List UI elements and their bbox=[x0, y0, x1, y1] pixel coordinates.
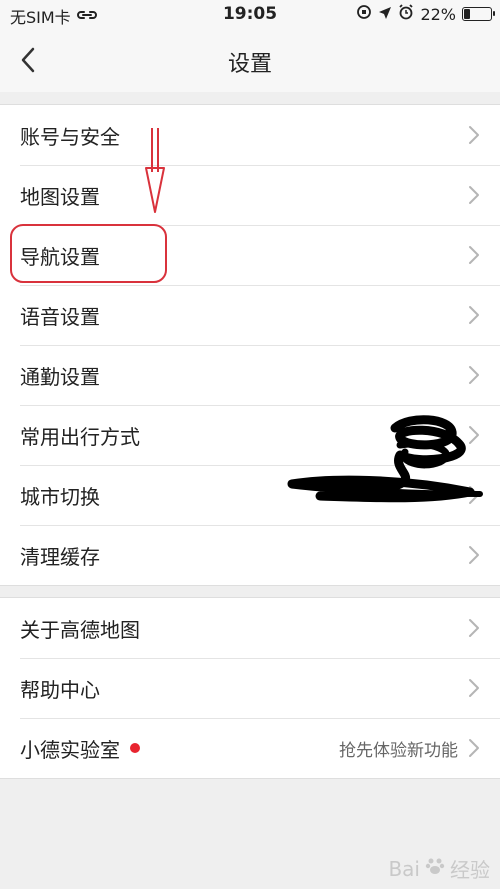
settings-item-label: 关于高德地图 bbox=[20, 617, 140, 642]
watermark-suffix: 经验 bbox=[450, 858, 490, 882]
settings-item-label: 常用出行方式 bbox=[20, 424, 140, 449]
settings-item-map-settings[interactable]: 地图设置 bbox=[0, 165, 500, 225]
chevron-right-icon bbox=[469, 186, 479, 204]
settings-item-help-center[interactable]: 帮助中心 bbox=[0, 658, 500, 718]
settings-item-label: 地图设置 bbox=[20, 184, 100, 209]
battery-icon bbox=[462, 7, 495, 21]
chevron-right-icon bbox=[469, 246, 479, 264]
settings-item-label: 帮助中心 bbox=[20, 677, 100, 702]
chevron-right-icon bbox=[469, 366, 479, 384]
settings-item-label: 导航设置 bbox=[20, 244, 100, 269]
settings-item-label: 账号与安全 bbox=[20, 124, 120, 149]
settings-group-about: 关于高德地图 帮助中心 小德实验室 抢先体验新功能 bbox=[0, 597, 500, 779]
settings-item-about[interactable]: 关于高德地图 bbox=[0, 598, 500, 658]
chevron-right-icon bbox=[469, 679, 479, 697]
settings-item-lab[interactable]: 小德实验室 抢先体验新功能 bbox=[0, 718, 500, 778]
settings-item-voice-settings[interactable]: 语音设置 bbox=[0, 285, 500, 345]
settings-item-travel-mode[interactable]: 常用出行方式 bbox=[0, 405, 500, 465]
rotation-lock-icon bbox=[356, 4, 372, 24]
settings-group-main: 账号与安全 地图设置 导航设置 语音设置 通勤设置 常用出行方式 城市切换 清理… bbox=[0, 104, 500, 586]
settings-item-navigation-settings[interactable]: 导航设置 bbox=[0, 225, 500, 285]
chevron-right-icon bbox=[469, 426, 479, 444]
status-right: 22% bbox=[356, 4, 495, 24]
chevron-right-icon bbox=[469, 619, 479, 637]
alarm-icon bbox=[398, 4, 414, 24]
page-title: 设置 bbox=[227, 52, 272, 77]
settings-item-label: 小德实验室 bbox=[20, 737, 120, 762]
chevron-right-icon bbox=[469, 126, 479, 144]
chevron-right-icon bbox=[469, 486, 479, 504]
settings-item-commute-settings[interactable]: 通勤设置 bbox=[0, 345, 500, 405]
chevron-right-icon bbox=[469, 739, 479, 757]
battery-level bbox=[464, 9, 471, 19]
settings-item-clear-cache[interactable]: 清理缓存 bbox=[0, 525, 500, 585]
watermark: Bai 经验 bbox=[388, 854, 490, 883]
nav-bar: 设置 bbox=[0, 28, 500, 92]
paw-icon bbox=[424, 855, 446, 882]
settings-item-city-switch[interactable]: 城市切换 bbox=[0, 465, 500, 525]
chevron-right-icon bbox=[469, 306, 479, 324]
battery-percent: 22% bbox=[420, 4, 456, 24]
settings-item-value: 抢先体验新功能 bbox=[339, 740, 458, 761]
settings-item-label: 通勤设置 bbox=[20, 364, 100, 389]
chevron-right-icon bbox=[469, 546, 479, 564]
new-badge-dot bbox=[130, 743, 140, 753]
status-bar: 无SIM卡 19:05 22% bbox=[0, 0, 500, 28]
settings-item-label: 城市切换 bbox=[20, 484, 100, 509]
settings-item-account-security[interactable]: 账号与安全 bbox=[0, 105, 500, 165]
settings-item-label: 语音设置 bbox=[20, 304, 100, 329]
settings-item-label: 清理缓存 bbox=[20, 544, 100, 569]
location-icon bbox=[378, 5, 392, 24]
watermark-text: Bai bbox=[388, 856, 420, 881]
